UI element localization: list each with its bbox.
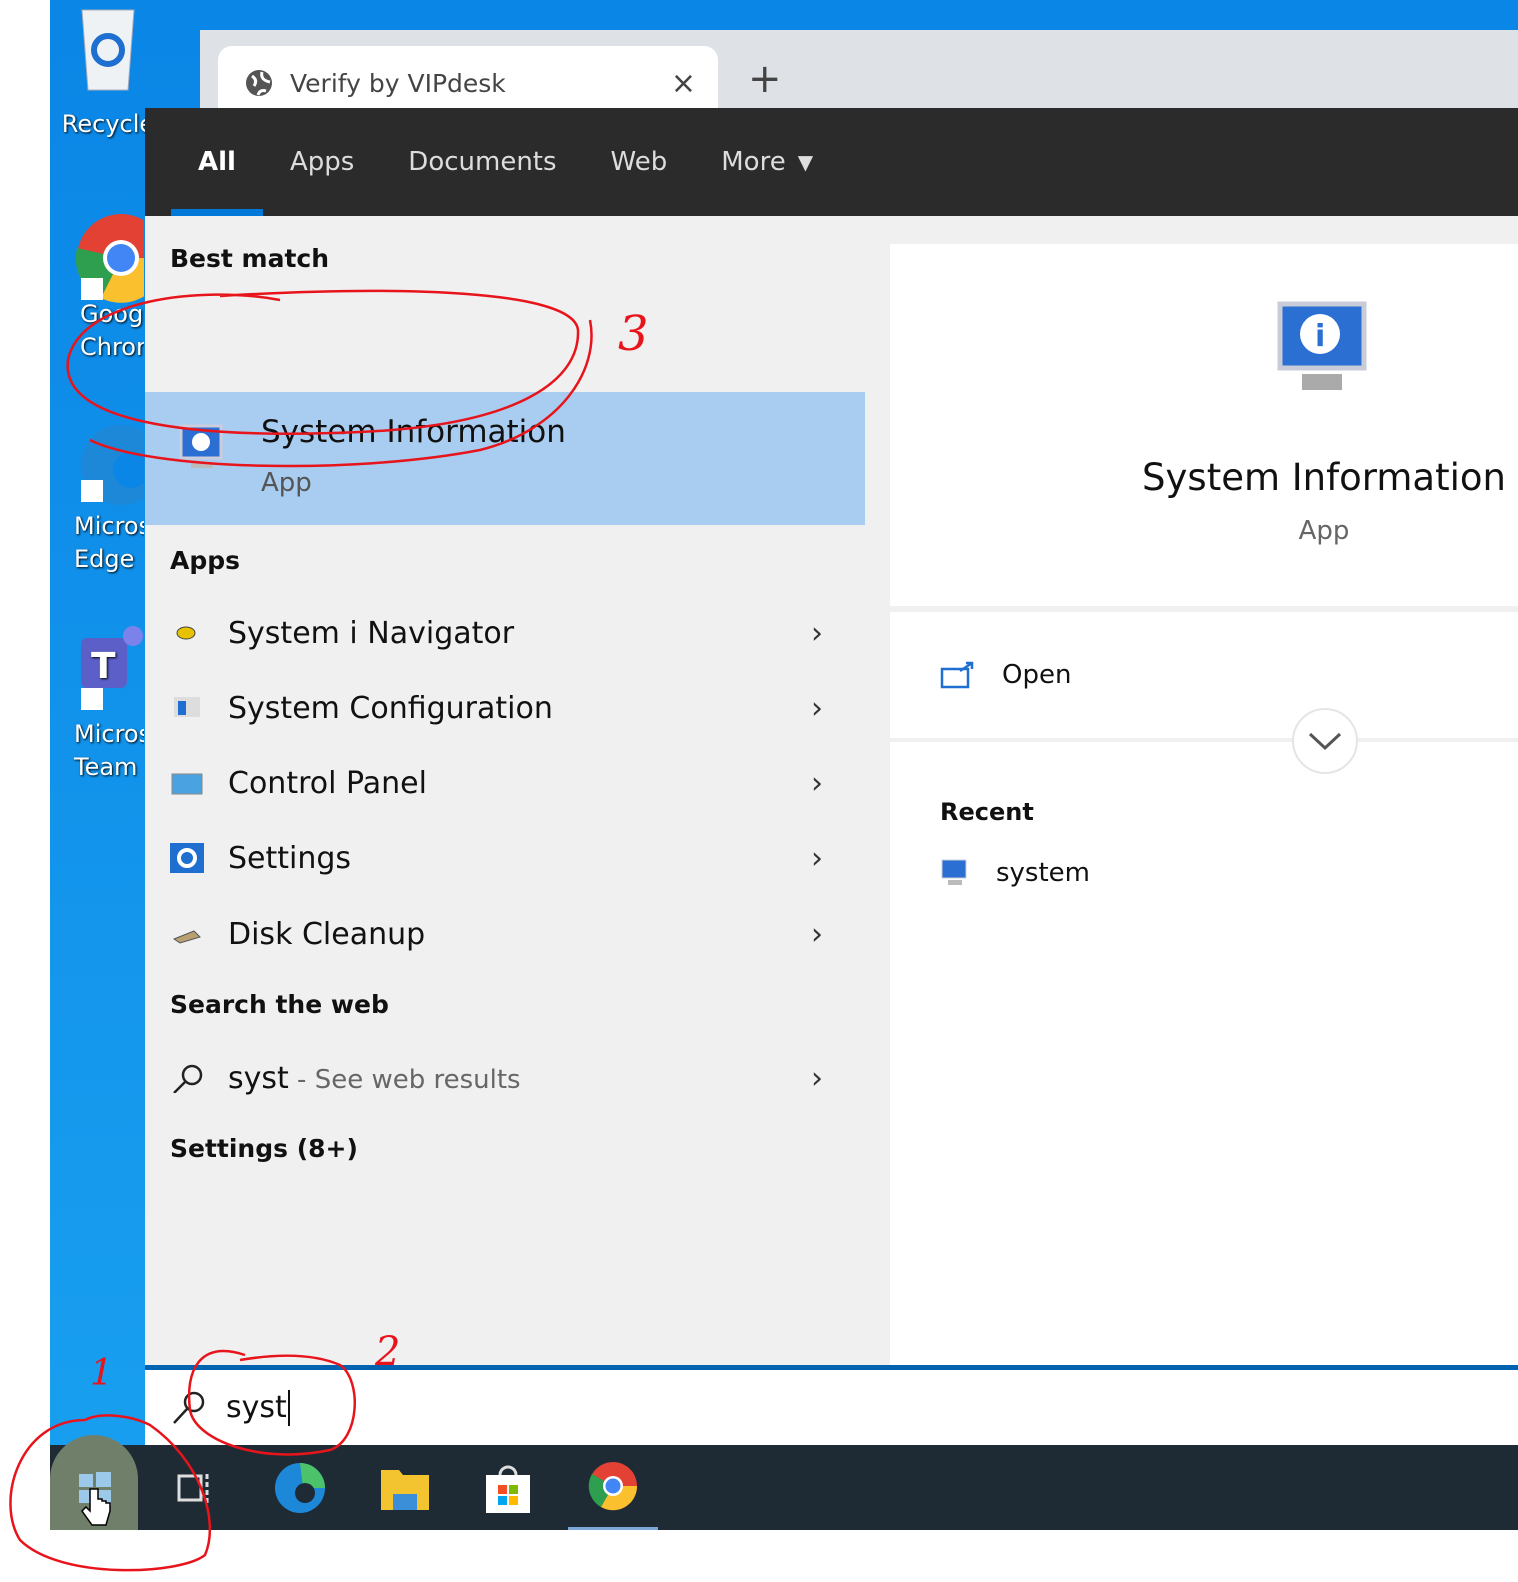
best-match-name: System Information [261,414,566,450]
tab-apps[interactable]: Apps [263,108,381,216]
gear-icon [170,843,204,873]
svg-text:i: i [1315,319,1325,354]
browser-window: Verify by VIPdesk × + [200,30,1518,120]
expand-button[interactable] [1292,708,1358,774]
taskbar-file-explorer[interactable] [360,1445,450,1530]
folder-icon [381,1469,429,1510]
preview-title: System Information [1142,456,1506,499]
recent-header: Recent [940,798,1034,826]
chrome-icon [61,208,144,303]
chevron-right-icon[interactable]: › [811,616,823,651]
tab-documents[interactable]: Documents [381,108,583,216]
settings-header[interactable]: Settings (8+) [170,1134,358,1163]
navigator-icon [176,626,196,640]
app-item-control-panel[interactable]: Control Panel › [145,748,865,818]
search-filter-tabs: All Apps Documents Web More ▼ [145,108,1518,216]
recycle-bin-icon [68,0,148,91]
app-item-system-i-navigator[interactable]: System i Navigator › [145,598,865,668]
taskbar-chrome[interactable] [568,1445,658,1530]
search-icon [173,1064,203,1093]
chevron-right-icon[interactable]: › [811,691,823,726]
chevron-right-icon[interactable]: › [811,917,823,952]
control-panel-icon [171,773,203,795]
taskbar-store[interactable] [463,1445,553,1530]
close-tab-button[interactable]: × [671,66,696,101]
msconfig-icon [174,697,200,717]
taskbar-edge[interactable] [255,1445,345,1530]
edge-icon [275,1462,325,1513]
desktop-icon-google-chrome[interactable]: Goog Chron [58,208,144,364]
system-information-large-icon: i [1277,301,1367,390]
best-match-item[interactable]: System Information App [145,392,865,525]
chevron-right-icon[interactable]: › [811,766,823,801]
system-information-icon [941,859,967,885]
task-view-icon [177,1473,209,1504]
desktop-icon-recycle-bin[interactable]: Recycle [58,0,158,141]
store-icon [486,1465,530,1513]
desktop-icon-label: Recycle [61,110,155,138]
edge-icon [61,410,144,505]
recent-item[interactable]: system [940,858,1090,888]
disk-cleanup-icon [172,930,201,944]
task-view-button[interactable] [148,1445,238,1530]
desktop-icon-label: Goog Chron [80,300,144,361]
apps-header: Apps [170,546,241,575]
chevron-down-icon [1308,732,1342,751]
desktop-icon-microsoft-edge[interactable]: Micros Edge [58,410,144,576]
search-panel: All Apps Documents Web More ▼ Best match … [145,108,1518,1445]
chrome-icon [588,1462,638,1511]
tab-more[interactable]: More ▼ [694,108,840,216]
chevron-right-icon[interactable]: › [811,841,823,876]
system-information-icon [179,424,223,468]
search-input[interactable]: syst [226,1389,290,1426]
hand-cursor-icon [81,1488,111,1526]
desktop-icon-label: Micros Team [74,720,144,781]
chevron-right-icon[interactable]: › [811,1061,823,1096]
search-icon [173,1391,205,1424]
best-match-type: App [261,468,312,498]
preview-type: App [1298,516,1350,546]
tab-title: Verify by VIPdesk [290,68,506,98]
search-web-header: Search the web [170,990,389,1019]
open-icon [940,661,974,689]
desktop-icon-microsoft-teams[interactable]: T Micros Team [58,618,144,784]
preview-pane: i System Information App Open Recent sys… [890,244,1518,1365]
desktop-icon-label: Micros Edge [74,512,144,573]
globe-icon [246,70,272,96]
app-item-system-configuration[interactable]: System Configuration › [145,673,865,743]
app-item-settings[interactable]: Settings › [145,823,865,893]
teams-icon: T [61,618,143,710]
caret-down-icon: ▼ [797,150,814,174]
open-label: Open [1002,660,1072,690]
taskbar [50,1435,1518,1530]
app-item-disk-cleanup[interactable]: Disk Cleanup › [145,899,865,969]
tab-all[interactable]: All [171,108,263,216]
tab-web[interactable]: Web [584,108,695,216]
search-box[interactable]: syst [145,1365,1518,1445]
svg-text:T: T [91,646,116,687]
new-tab-button[interactable]: + [748,56,782,102]
open-action[interactable]: Open [890,612,1518,774]
web-search-item[interactable]: syst - See web results › [145,1043,865,1113]
results-list: Best match System Information App Apps S… [145,216,865,1473]
best-match-header: Best match [170,244,330,273]
